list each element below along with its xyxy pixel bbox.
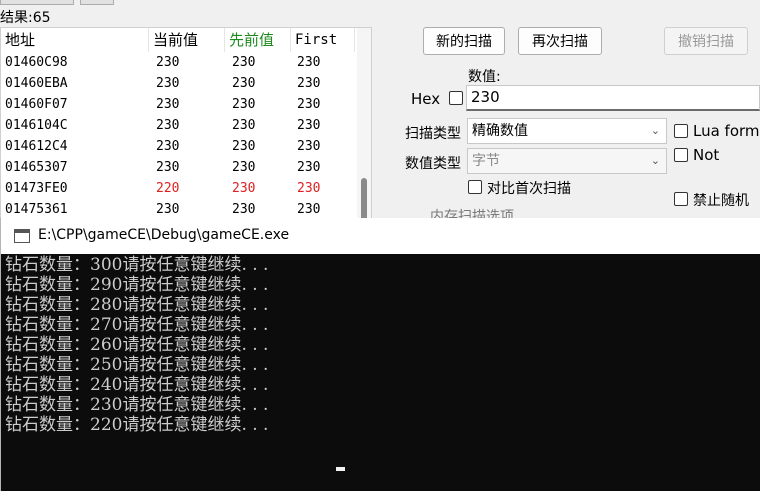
table-row[interactable]: 01460EBA 230 230 230 xyxy=(1,73,361,94)
console-output[interactable]: 钻石数量：300请按任意键继续. . . 钻石数量：290请按任意键继续. . .… xyxy=(1,254,760,491)
console-line: 钻石数量：280请按任意键继续. . . xyxy=(5,295,269,315)
cell-previous: 230 xyxy=(232,160,256,175)
column-header-first[interactable]: First xyxy=(291,28,355,52)
console-line: 钻石数量：260请按任意键继续. . . xyxy=(5,335,269,355)
console-window[interactable]: E:\CPP\gameCE\Debug\gameCE.exe 钻石数量：300请… xyxy=(0,218,760,491)
cell-address: 01460EBA xyxy=(5,76,68,91)
compare-first-checkbox[interactable] xyxy=(468,180,482,194)
table-row[interactable]: 01475361 230 230 230 xyxy=(1,199,361,220)
console-line: 钻石数量：220请按任意键继续. . . xyxy=(5,415,269,435)
value-type-label: 数值类型 xyxy=(405,156,461,172)
cell-address: 01475361 xyxy=(5,202,68,217)
cell-previous: 230 xyxy=(232,55,256,70)
console-app-icon xyxy=(14,229,30,243)
disable-random-label: 禁止随机 xyxy=(693,193,749,209)
scan-results-list[interactable]: 地址 当前值 先前值 First 01460C98 230 230 230 01460E… xyxy=(0,27,372,229)
next-scan-button[interactable]: 再次扫描 xyxy=(518,27,602,55)
value-type-select[interactable]: 字节 ⌄ xyxy=(467,148,667,174)
cell-previous: 230 xyxy=(232,76,256,91)
cell-previous: 230 xyxy=(232,181,256,196)
cell-first: 230 xyxy=(297,181,321,196)
scan-type-label: 扫描类型 xyxy=(405,126,461,142)
cell-address: 0146104C xyxy=(5,118,68,133)
lua-formula-checkbox[interactable] xyxy=(674,124,688,138)
cell-current: 230 xyxy=(156,160,180,175)
console-title: E:\CPP\gameCE\Debug\gameCE.exe xyxy=(38,227,290,243)
console-line: 钻石数量：270请按任意键继续. . . xyxy=(5,315,269,335)
console-line: 钻石数量：250请按任意键继续. . . xyxy=(5,355,269,375)
cell-previous: 230 xyxy=(232,118,256,133)
cell-current: 230 xyxy=(156,55,180,70)
value-label: 数值: xyxy=(468,69,501,85)
cell-address: 01460F07 xyxy=(5,97,68,112)
text-cursor xyxy=(336,467,345,471)
column-header-current[interactable]: 当前值 xyxy=(149,28,225,52)
column-header-previous[interactable]: 先前值 xyxy=(225,28,291,52)
chevron-down-icon: ⌄ xyxy=(650,154,660,167)
scan-type-value: 精确数值 xyxy=(472,123,528,139)
not-checkbox[interactable] xyxy=(674,148,688,162)
console-line: 钻石数量：290请按任意键继续. . . xyxy=(5,275,269,295)
top-tab-left[interactable] xyxy=(0,0,74,5)
cell-address: 014612C4 xyxy=(5,139,68,154)
cheat-engine-window: 结果:65 地址 当前值 先前值 First 01460C98 230 230 230… xyxy=(0,0,760,230)
cell-first: 230 xyxy=(297,55,321,70)
console-titlebar[interactable]: E:\CPP\gameCE\Debug\gameCE.exe xyxy=(1,218,760,254)
cell-address: 01465307 xyxy=(5,160,68,175)
lua-formula-label: Lua formu xyxy=(693,122,760,140)
cell-first: 230 xyxy=(297,97,321,112)
value-type-value: 字节 xyxy=(472,153,500,169)
console-line: 钻石数量：230请按任意键继续. . . xyxy=(5,395,269,415)
scan-type-select[interactable]: 精确数值 ⌄ xyxy=(467,118,667,144)
cell-previous: 230 xyxy=(232,139,256,154)
cell-first: 230 xyxy=(297,202,321,217)
cell-current: 230 xyxy=(156,97,180,112)
cell-current: 230 xyxy=(156,202,180,217)
hex-checkbox[interactable] xyxy=(449,91,463,105)
cell-address: 01473FE0 xyxy=(5,181,68,196)
column-header-address[interactable]: 地址 xyxy=(1,28,149,52)
compare-first-label: 对比首次扫描 xyxy=(487,181,571,197)
table-row[interactable]: 014612C4 230 230 230 xyxy=(1,136,361,157)
new-scan-button[interactable]: 新的扫描 xyxy=(423,27,505,55)
disable-random-checkbox[interactable] xyxy=(674,192,688,206)
scan-value-input[interactable]: 230 xyxy=(466,85,760,111)
results-scrollbar[interactable] xyxy=(357,28,371,228)
cell-previous: 230 xyxy=(232,202,256,217)
cell-previous: 230 xyxy=(232,97,256,112)
cell-first: 230 xyxy=(297,160,321,175)
cell-current: 220 xyxy=(156,181,180,196)
chevron-down-icon: ⌄ xyxy=(650,124,660,137)
undo-scan-button[interactable]: 撤销扫描 xyxy=(664,27,748,55)
console-line: 钻石数量：240请按任意键继续. . . xyxy=(5,375,269,395)
cell-current: 230 xyxy=(156,139,180,154)
cell-current: 230 xyxy=(156,76,180,91)
table-row[interactable]: 0146104C 230 230 230 xyxy=(1,115,361,136)
not-label: Not xyxy=(693,146,720,164)
top-tab-right[interactable] xyxy=(80,0,114,5)
table-row[interactable]: 01473FE0 220 230 230 xyxy=(1,178,361,199)
cell-first: 230 xyxy=(297,76,321,91)
table-row[interactable]: 01460F07 230 230 230 xyxy=(1,94,361,115)
cell-address: 01460C98 xyxy=(5,55,68,70)
hex-label: Hex xyxy=(411,90,441,108)
console-line: 钻石数量：300请按任意键继续. . . xyxy=(5,255,269,275)
cell-first: 230 xyxy=(297,118,321,133)
table-row[interactable]: 01460C98 230 230 230 xyxy=(1,52,361,73)
cell-first: 230 xyxy=(297,139,321,154)
table-row[interactable]: 01465307 230 230 230 xyxy=(1,157,361,178)
cell-current: 230 xyxy=(156,118,180,133)
results-count: 结果:65 xyxy=(0,10,51,26)
